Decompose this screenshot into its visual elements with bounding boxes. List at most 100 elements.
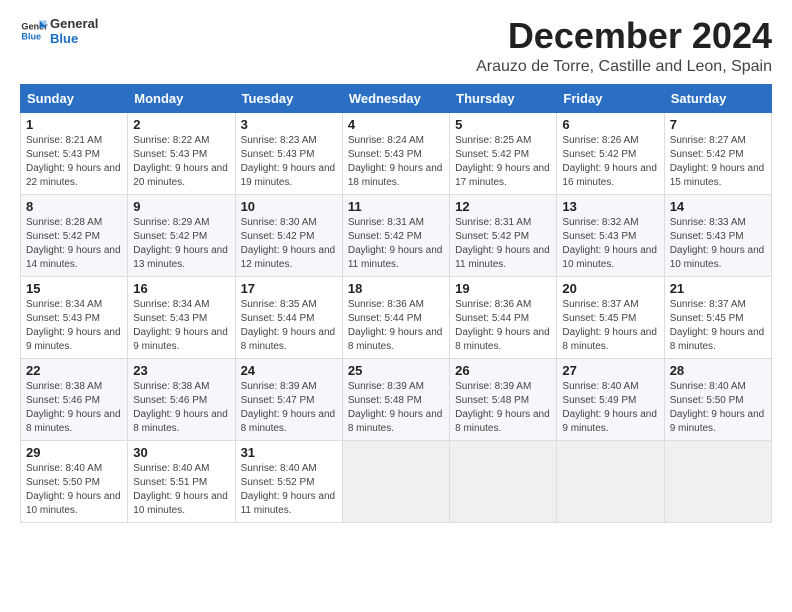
day-info: Sunrise: 8:34 AM Sunset: 5:43 PM Dayligh… bbox=[133, 298, 229, 354]
table-row: 30 Sunrise: 8:40 AM Sunset: 5:51 PM Dayli… bbox=[128, 440, 235, 522]
day-number: 14 bbox=[670, 199, 766, 214]
calendar-header-row: Sunday Monday Tuesday Wednesday Thursday… bbox=[21, 84, 772, 112]
day-info: Sunrise: 8:39 AM Sunset: 5:47 PM Dayligh… bbox=[241, 380, 337, 436]
table-row: 11 Sunrise: 8:31 AM Sunset: 5:42 PM Dayli… bbox=[342, 194, 449, 276]
calendar-week-row: 22 Sunrise: 8:38 AM Sunset: 5:46 PM Dayli… bbox=[21, 358, 772, 440]
day-info: Sunrise: 8:40 AM Sunset: 5:49 PM Dayligh… bbox=[562, 380, 658, 436]
month-title: December 2024 bbox=[476, 16, 772, 56]
day-number: 28 bbox=[670, 363, 766, 378]
table-row: 23 Sunrise: 8:38 AM Sunset: 5:46 PM Dayli… bbox=[128, 358, 235, 440]
location-subtitle: Arauzo de Torre, Castille and Leon, Spai… bbox=[476, 58, 772, 76]
day-number: 13 bbox=[562, 199, 658, 214]
day-info: Sunrise: 8:25 AM Sunset: 5:42 PM Dayligh… bbox=[455, 134, 551, 190]
day-number: 29 bbox=[26, 445, 122, 460]
col-saturday: Saturday bbox=[664, 84, 771, 112]
day-info: Sunrise: 8:21 AM Sunset: 5:43 PM Dayligh… bbox=[26, 134, 122, 190]
day-info: Sunrise: 8:35 AM Sunset: 5:44 PM Dayligh… bbox=[241, 298, 337, 354]
table-row: 17 Sunrise: 8:35 AM Sunset: 5:44 PM Dayli… bbox=[235, 276, 342, 358]
col-sunday: Sunday bbox=[21, 84, 128, 112]
table-row: 16Sunrise: 8:34 AM Sunset: 5:43 PM Dayli… bbox=[128, 276, 235, 358]
day-number: 24 bbox=[241, 363, 337, 378]
day-info: Sunrise: 8:36 AM Sunset: 5:44 PM Dayligh… bbox=[348, 298, 444, 354]
table-row: 9 Sunrise: 8:29 AM Sunset: 5:42 PM Daylig… bbox=[128, 194, 235, 276]
day-number: 3 bbox=[241, 117, 337, 132]
day-info: Sunrise: 8:38 AM Sunset: 5:46 PM Dayligh… bbox=[133, 380, 229, 436]
table-row: 14Sunrise: 8:33 AM Sunset: 5:43 PM Dayli… bbox=[664, 194, 771, 276]
table-row: 1 Sunrise: 8:21 AM Sunset: 5:43 PM Daylig… bbox=[21, 112, 128, 194]
table-row: 2 Sunrise: 8:22 AM Sunset: 5:43 PM Daylig… bbox=[128, 112, 235, 194]
day-info: Sunrise: 8:40 AM Sunset: 5:52 PM Dayligh… bbox=[241, 462, 337, 518]
day-number: 22 bbox=[26, 363, 122, 378]
day-number: 11 bbox=[348, 199, 444, 214]
day-info: Sunrise: 8:31 AM Sunset: 5:42 PM Dayligh… bbox=[348, 216, 444, 272]
logo-blue: Blue bbox=[50, 31, 98, 46]
table-row: 19 Sunrise: 8:36 AM Sunset: 5:44 PM Dayli… bbox=[450, 276, 557, 358]
day-number: 10 bbox=[241, 199, 337, 214]
day-info: Sunrise: 8:24 AM Sunset: 5:43 PM Dayligh… bbox=[348, 134, 444, 190]
day-number: 5 bbox=[455, 117, 551, 132]
calendar-week-row: 15Sunrise: 8:34 AM Sunset: 5:43 PM Dayli… bbox=[21, 276, 772, 358]
day-info: Sunrise: 8:37 AM Sunset: 5:45 PM Dayligh… bbox=[562, 298, 658, 354]
table-row: 10 Sunrise: 8:30 AM Sunset: 5:42 PM Dayli… bbox=[235, 194, 342, 276]
day-number: 2 bbox=[133, 117, 229, 132]
svg-text:Blue: Blue bbox=[21, 31, 41, 41]
title-block: December 2024 Arauzo de Torre, Castille … bbox=[476, 16, 772, 76]
day-info: Sunrise: 8:29 AM Sunset: 5:42 PM Dayligh… bbox=[133, 216, 229, 272]
day-number: 4 bbox=[348, 117, 444, 132]
table-row: 5 Sunrise: 8:25 AM Sunset: 5:42 PM Daylig… bbox=[450, 112, 557, 194]
day-info: Sunrise: 8:36 AM Sunset: 5:44 PM Dayligh… bbox=[455, 298, 551, 354]
day-number: 27 bbox=[562, 363, 658, 378]
table-row: 13Sunrise: 8:32 AM Sunset: 5:43 PM Dayli… bbox=[557, 194, 664, 276]
day-number: 17 bbox=[241, 281, 337, 296]
day-number: 7 bbox=[670, 117, 766, 132]
calendar-week-row: 8Sunrise: 8:28 AM Sunset: 5:42 PM Daylig… bbox=[21, 194, 772, 276]
table-row: 24 Sunrise: 8:39 AM Sunset: 5:47 PM Dayli… bbox=[235, 358, 342, 440]
table-row bbox=[450, 440, 557, 522]
day-info: Sunrise: 8:40 AM Sunset: 5:51 PM Dayligh… bbox=[133, 462, 229, 518]
day-number: 8 bbox=[26, 199, 122, 214]
table-row: 15Sunrise: 8:34 AM Sunset: 5:43 PM Dayli… bbox=[21, 276, 128, 358]
logo: General Blue General Blue bbox=[20, 16, 98, 46]
day-number: 23 bbox=[133, 363, 229, 378]
day-number: 31 bbox=[241, 445, 337, 460]
table-row: 7 Sunrise: 8:27 AM Sunset: 5:42 PM Daylig… bbox=[664, 112, 771, 194]
table-row: 20 Sunrise: 8:37 AM Sunset: 5:45 PM Dayli… bbox=[557, 276, 664, 358]
logo-icon: General Blue bbox=[20, 17, 48, 45]
day-info: Sunrise: 8:22 AM Sunset: 5:43 PM Dayligh… bbox=[133, 134, 229, 190]
day-info: Sunrise: 8:39 AM Sunset: 5:48 PM Dayligh… bbox=[348, 380, 444, 436]
table-row: 27 Sunrise: 8:40 AM Sunset: 5:49 PM Dayli… bbox=[557, 358, 664, 440]
col-tuesday: Tuesday bbox=[235, 84, 342, 112]
day-number: 21 bbox=[670, 281, 766, 296]
day-info: Sunrise: 8:30 AM Sunset: 5:42 PM Dayligh… bbox=[241, 216, 337, 272]
day-info: Sunrise: 8:40 AM Sunset: 5:50 PM Dayligh… bbox=[26, 462, 122, 518]
table-row: 28 Sunrise: 8:40 AM Sunset: 5:50 PM Dayli… bbox=[664, 358, 771, 440]
day-number: 20 bbox=[562, 281, 658, 296]
table-row bbox=[557, 440, 664, 522]
day-number: 25 bbox=[348, 363, 444, 378]
day-info: Sunrise: 8:23 AM Sunset: 5:43 PM Dayligh… bbox=[241, 134, 337, 190]
table-row: 21 Sunrise: 8:37 AM Sunset: 5:45 PM Dayli… bbox=[664, 276, 771, 358]
table-row: 18Sunrise: 8:36 AM Sunset: 5:44 PM Dayli… bbox=[342, 276, 449, 358]
table-row: 12Sunrise: 8:31 AM Sunset: 5:42 PM Dayli… bbox=[450, 194, 557, 276]
day-number: 19 bbox=[455, 281, 551, 296]
table-row: 22Sunrise: 8:38 AM Sunset: 5:46 PM Dayli… bbox=[21, 358, 128, 440]
table-row: 4 Sunrise: 8:24 AM Sunset: 5:43 PM Daylig… bbox=[342, 112, 449, 194]
day-info: Sunrise: 8:26 AM Sunset: 5:42 PM Dayligh… bbox=[562, 134, 658, 190]
day-info: Sunrise: 8:40 AM Sunset: 5:50 PM Dayligh… bbox=[670, 380, 766, 436]
col-friday: Friday bbox=[557, 84, 664, 112]
day-info: Sunrise: 8:37 AM Sunset: 5:45 PM Dayligh… bbox=[670, 298, 766, 354]
table-row bbox=[342, 440, 449, 522]
table-row: 6 Sunrise: 8:26 AM Sunset: 5:42 PM Daylig… bbox=[557, 112, 664, 194]
day-info: Sunrise: 8:34 AM Sunset: 5:43 PM Dayligh… bbox=[26, 298, 122, 354]
logo-general: General bbox=[50, 16, 98, 31]
calendar-week-row: 1 Sunrise: 8:21 AM Sunset: 5:43 PM Daylig… bbox=[21, 112, 772, 194]
day-number: 6 bbox=[562, 117, 658, 132]
col-wednesday: Wednesday bbox=[342, 84, 449, 112]
col-thursday: Thursday bbox=[450, 84, 557, 112]
page-header: General Blue General Blue December 2024 … bbox=[20, 16, 772, 76]
table-row bbox=[664, 440, 771, 522]
day-info: Sunrise: 8:27 AM Sunset: 5:42 PM Dayligh… bbox=[670, 134, 766, 190]
day-number: 1 bbox=[26, 117, 122, 132]
day-number: 30 bbox=[133, 445, 229, 460]
day-number: 9 bbox=[133, 199, 229, 214]
